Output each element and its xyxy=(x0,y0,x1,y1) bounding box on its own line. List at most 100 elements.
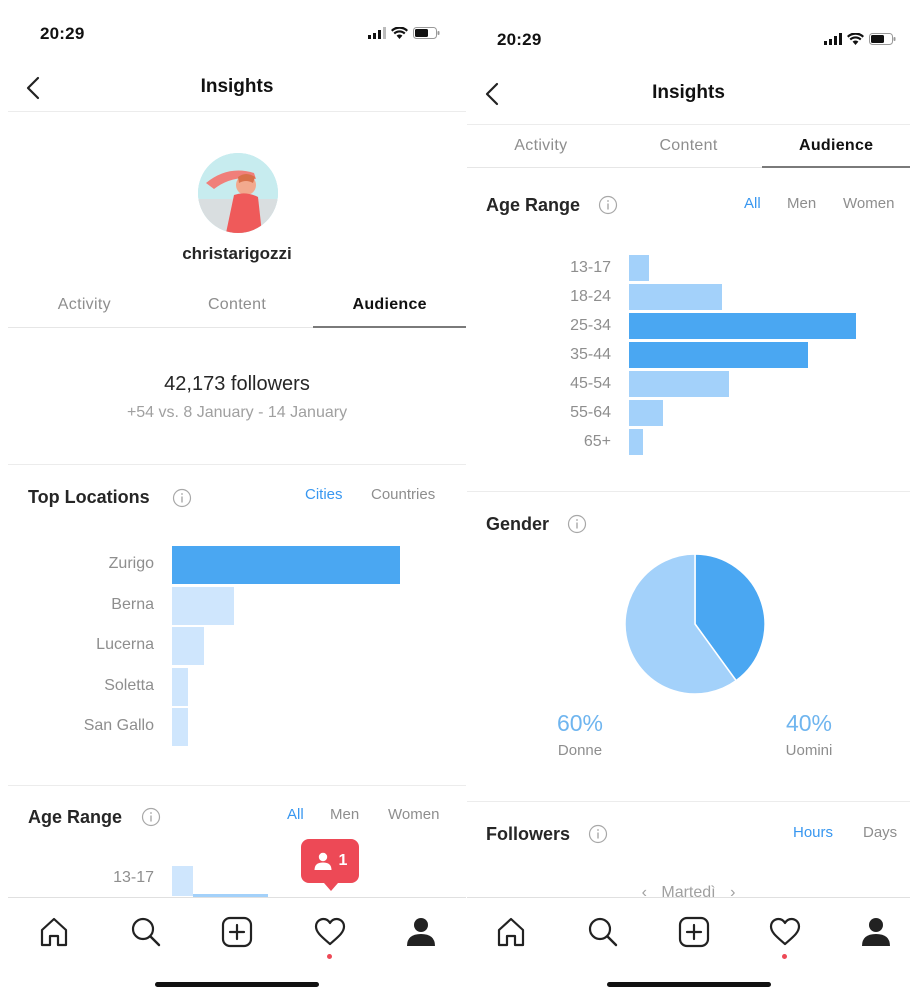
tab-audience[interactable]: Audience xyxy=(762,125,910,168)
info-icon[interactable] xyxy=(141,807,161,827)
filter-women[interactable]: Women xyxy=(843,195,894,212)
age-bar-13-17 xyxy=(172,866,193,896)
bottom-tab-bar xyxy=(8,897,466,991)
page-title: Insights xyxy=(652,82,725,103)
age-bar-18-24 xyxy=(629,284,722,310)
gender-title: Gender xyxy=(486,514,550,534)
battery-icon xyxy=(869,33,896,45)
filter-women[interactable]: Women xyxy=(388,806,439,823)
age-bar-35-44 xyxy=(629,342,808,368)
notification-count: 1 xyxy=(338,852,348,869)
wifi-icon xyxy=(391,27,408,39)
left-insights-screen: 20:29 Insights christarigozzi Activity C… xyxy=(8,0,466,991)
profile-username: christarigozzi xyxy=(182,244,292,263)
tab-activity[interactable]: Activity xyxy=(8,284,161,327)
filter-all[interactable]: All xyxy=(287,806,304,823)
location-bar-lucerna xyxy=(172,627,204,665)
age-label: 13-17 xyxy=(570,259,611,276)
location-bar-san-gallo xyxy=(172,708,188,746)
followers-change: +54 vs. 8 January - 14 January xyxy=(126,404,348,421)
location-bar-soletta xyxy=(172,667,188,706)
gender-men-label: Uomini xyxy=(785,742,833,759)
age-bar-13-17 xyxy=(629,255,649,281)
location-bar-berna xyxy=(172,586,234,625)
day-label: Martedì xyxy=(661,884,716,898)
location-label: Berna xyxy=(111,595,154,613)
tab-content[interactable]: Content xyxy=(161,284,314,327)
day-selector[interactable]: ‹ Martedì › xyxy=(467,884,910,898)
info-icon[interactable] xyxy=(172,488,192,508)
filter-cities[interactable]: Cities xyxy=(305,486,343,503)
age-label: 65+ xyxy=(583,433,611,450)
age-range-title: Age Range xyxy=(28,807,123,827)
signal-icon xyxy=(368,27,386,39)
age-bar-45-54 xyxy=(629,371,729,397)
insights-tabs: Activity Content Audience xyxy=(8,284,466,328)
section-divider xyxy=(467,801,910,802)
top-locations-title: Top Locations xyxy=(28,487,150,507)
tab-activity[interactable]: Activity xyxy=(467,125,615,167)
age-label: 35-44 xyxy=(570,346,611,363)
gender-women-percent: 60% xyxy=(556,710,604,736)
new-follower-notification[interactable]: 1 xyxy=(301,839,359,891)
age-label: 45-54 xyxy=(570,375,611,392)
location-label: Lucerna xyxy=(96,636,154,653)
avatar-image xyxy=(198,153,278,233)
tab-content[interactable]: Content xyxy=(615,125,763,167)
age-label: 55-64 xyxy=(570,404,611,421)
filter-days[interactable]: Days xyxy=(863,824,897,841)
status-icons xyxy=(368,27,440,39)
day-prev-icon[interactable]: ‹ xyxy=(642,884,647,898)
wifi-icon xyxy=(847,33,864,45)
new-post-icon[interactable] xyxy=(219,914,255,950)
status-time: 20:29 xyxy=(497,30,542,49)
gender-pie-chart xyxy=(624,553,766,695)
activity-heart-icon[interactable] xyxy=(312,914,348,950)
section-divider xyxy=(8,464,466,465)
location-label: Zurigo xyxy=(108,555,154,572)
info-icon[interactable] xyxy=(588,824,608,844)
location-bar-zurigo xyxy=(172,546,400,584)
filter-hours[interactable]: Hours xyxy=(793,824,833,841)
home-icon[interactable] xyxy=(493,914,529,950)
new-post-icon[interactable] xyxy=(676,914,712,950)
filter-countries[interactable]: Countries xyxy=(371,486,435,503)
status-bar: 20:29 xyxy=(8,0,466,60)
insights-tabs: Activity Content Audience xyxy=(467,124,910,168)
day-next-icon[interactable]: › xyxy=(730,884,735,898)
age-bar-25-34 xyxy=(629,313,856,339)
section-divider xyxy=(8,785,466,786)
gender-women-label: Donne xyxy=(557,742,603,759)
nav-bar: Insights xyxy=(8,64,466,112)
age-bar-55-64 xyxy=(629,400,663,426)
right-insights-screen: 20:29 Insights Activity Content Audience… xyxy=(467,0,910,991)
search-icon[interactable] xyxy=(128,914,164,950)
followers-count: 42,173 followers xyxy=(164,373,310,395)
filter-men[interactable]: Men xyxy=(787,195,816,212)
info-icon[interactable] xyxy=(598,195,618,215)
section-divider xyxy=(467,491,910,492)
home-icon[interactable] xyxy=(36,914,72,950)
home-indicator xyxy=(155,982,319,987)
profile-avatar[interactable] xyxy=(198,153,278,233)
activity-dot xyxy=(782,954,787,959)
search-icon[interactable] xyxy=(585,914,621,950)
tab-audience[interactable]: Audience xyxy=(313,284,466,328)
info-icon[interactable] xyxy=(567,514,587,534)
home-indicator xyxy=(606,982,771,987)
status-icons xyxy=(824,33,896,45)
location-label: Soletta xyxy=(104,676,154,694)
person-icon xyxy=(314,852,332,870)
age-label: 25-34 xyxy=(570,317,611,334)
age-label-13-17: 13-17 xyxy=(113,869,154,886)
status-bar: 20:29 xyxy=(467,0,910,60)
profile-icon[interactable] xyxy=(403,914,439,950)
location-label: San Gallo xyxy=(83,717,154,734)
activity-heart-icon[interactable] xyxy=(767,914,803,950)
profile-icon[interactable] xyxy=(858,914,894,950)
filter-all[interactable]: All xyxy=(744,195,761,212)
filter-men[interactable]: Men xyxy=(330,806,359,823)
gender-men-percent: 40% xyxy=(785,710,833,736)
followers-title: Followers xyxy=(486,824,571,844)
bottom-tab-bar xyxy=(467,897,910,991)
